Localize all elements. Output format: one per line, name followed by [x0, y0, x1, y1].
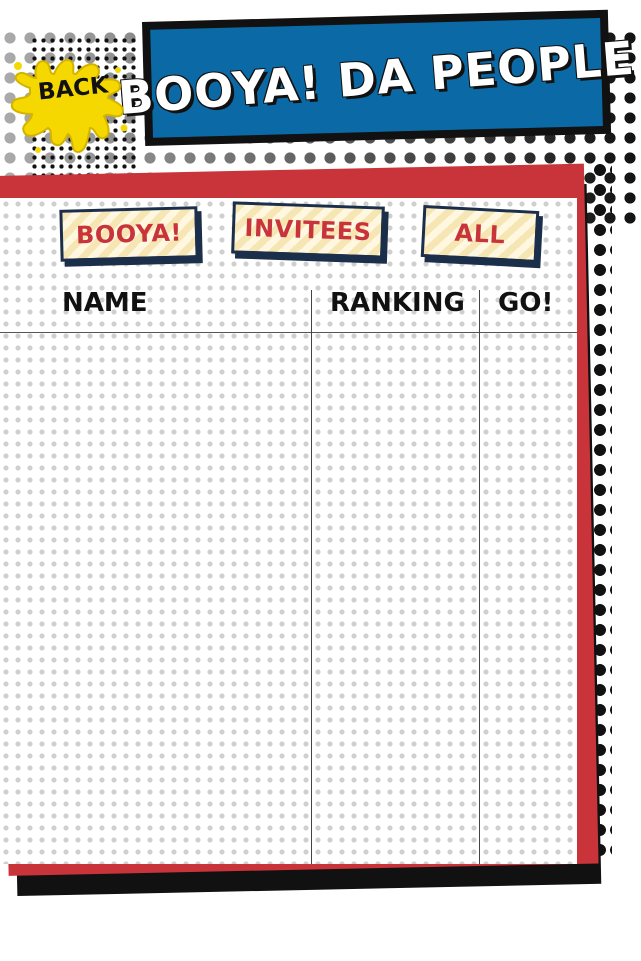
column-header-go: GO! [498, 288, 554, 318]
back-button[interactable]: BACK [8, 48, 132, 160]
paint-splat-icon [10, 58, 128, 154]
booya-people-screen: BOOYA! DA PEOPLE BACK BOOYA! INVITEES AL [0, 0, 641, 961]
page-title: BOOYA! DA PEOPLE [116, 30, 637, 126]
people-list[interactable] [0, 334, 577, 862]
tab-booya[interactable]: BOOYA! [59, 206, 203, 267]
tab-invitees[interactable]: INVITEES [231, 201, 389, 264]
title-banner-face: BOOYA! DA PEOPLE [116, 18, 637, 138]
column-header-name: NAME [62, 288, 148, 318]
tab-label: BOOYA! [75, 218, 183, 250]
tab-all[interactable]: ALL [420, 205, 544, 269]
header-divider [0, 332, 577, 333]
tab-label: ALL [453, 218, 507, 250]
tab-label: INVITEES [244, 213, 372, 247]
tab-face: INVITEES [231, 201, 385, 259]
tab-face: BOOYA! [59, 206, 199, 262]
column-header-ranking: RANKING [330, 288, 465, 318]
title-banner: BOOYA! DA PEOPLE [116, 9, 637, 146]
table-header-row: NAME RANKING GO! [0, 288, 577, 332]
tab-face: ALL [420, 205, 540, 263]
